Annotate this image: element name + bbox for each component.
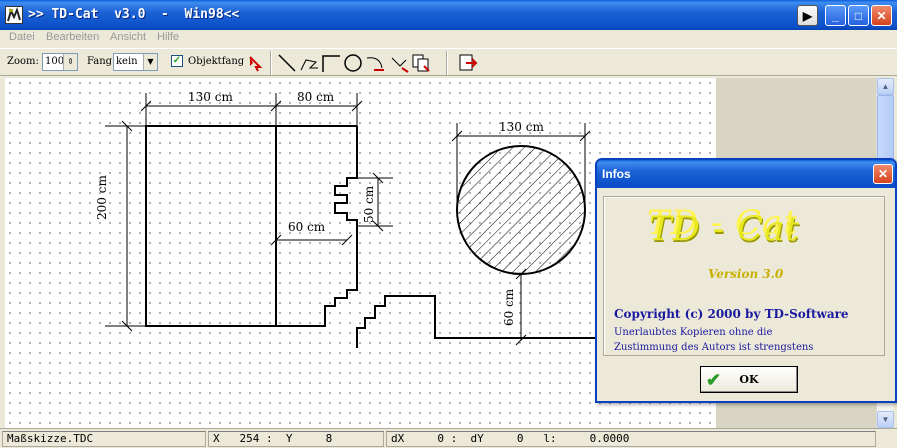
menu-ansicht[interactable]: Ansicht — [110, 31, 146, 43]
checkmark-icon: ✔ — [706, 370, 722, 391]
status-coords: X 254 : Y 8 — [208, 431, 384, 447]
fang-value: kein — [116, 56, 138, 67]
status-deltas: dX 0 : dY 0 l: 0.0000 — [386, 431, 876, 447]
dim-label-80: 80 cm — [297, 90, 335, 104]
menu-hilfe[interactable]: Hilfe — [157, 31, 179, 43]
zoom-select[interactable]: 100 ⇕ — [42, 53, 78, 71]
polyline-tool-icon[interactable] — [298, 52, 320, 74]
zoom-value: 100 — [45, 56, 65, 67]
dim-label-200: 200 cm — [95, 175, 109, 220]
menu-datei[interactable]: Datei — [9, 31, 35, 43]
dim-label-circle-60: 60 cm — [502, 288, 516, 326]
dialog-close-button[interactable]: ✕ — [873, 164, 893, 184]
minimize-button[interactable]: _ — [825, 5, 846, 26]
hatched-circle-shape — [456, 145, 586, 275]
scroll-down-icon[interactable]: ▼ — [877, 411, 894, 428]
status-filename: Maßskizze.TDC — [2, 431, 206, 447]
chevron-down-icon[interactable]: ▼ — [143, 54, 157, 70]
dim-label-circle-130: 130 cm — [499, 120, 544, 134]
line-tool-icon[interactable] — [276, 52, 298, 74]
select-arrow-tool-icon[interactable] — [244, 52, 266, 74]
window-title: >> TD-Cat v3.0 - Win98<< — [28, 7, 240, 22]
notice-line-1: Unerlaubtes Kopieren ohne die — [614, 327, 773, 338]
dimension-tool-icon[interactable] — [388, 52, 410, 74]
objektfang-checkbox[interactable]: ✓ — [171, 55, 183, 67]
dialog-title-bar[interactable]: Infos ✕ — [597, 160, 895, 188]
app-icon[interactable] — [5, 6, 23, 24]
menu-bar: Datei Bearbeiten Ansicht Hilfe — [0, 30, 897, 47]
arc-tool-icon[interactable] — [364, 52, 386, 74]
info-dialog: Infos ✕ TD - Cat Version 3.0 Copyright (… — [595, 158, 897, 403]
export-tool-icon[interactable] — [457, 52, 479, 74]
toolbar-separator — [270, 51, 272, 75]
objektfang-label: Objektfang — [188, 56, 245, 67]
dim-label-60: 60 cm — [288, 220, 326, 234]
play-arrow-button[interactable]: ▶ — [797, 5, 818, 26]
ok-label: OK — [739, 373, 759, 386]
zoom-label: Zoom: — [7, 56, 39, 67]
dialog-info-panel: TD - Cat Version 3.0 Copyright (c) 2000 … — [603, 196, 885, 356]
title-bar[interactable]: >> TD-Cat v3.0 - Win98<< ▶ _ □ ✕ — [0, 0, 897, 30]
zoom-spin-icon[interactable]: ⇕ — [63, 54, 77, 70]
scroll-up-icon[interactable]: ▲ — [877, 78, 894, 95]
rectangle-tool-icon[interactable] — [320, 52, 342, 74]
version-label: Version 3.0 — [708, 267, 784, 281]
fang-label: Fang: — [87, 56, 116, 67]
circle-tool-icon[interactable] — [342, 52, 364, 74]
dim-label-130: 130 cm — [188, 90, 233, 104]
dialog-title: Infos — [602, 167, 631, 181]
menu-bearbeiten[interactable]: Bearbeiten — [46, 31, 99, 43]
copy-tool-icon[interactable] — [410, 52, 432, 74]
toolbar-separator — [446, 51, 448, 75]
toolbar: Zoom: 100 ⇕ Fang: kein ▼ ✓ Objektfang — [0, 48, 897, 76]
copyright-label: Copyright (c) 2000 by TD-Software — [614, 307, 849, 321]
fang-select[interactable]: kein ▼ — [113, 53, 158, 71]
notice-line-2: Zustimmung des Autors ist strengstens — [614, 342, 814, 353]
dim-label-50: 50 cm — [362, 185, 376, 223]
status-bar: Maßskizze.TDC X 254 : Y 8 dX 0 : dY 0 l:… — [0, 428, 897, 448]
close-button[interactable]: ✕ — [871, 5, 892, 26]
left-room-shape — [145, 125, 277, 327]
td-cat-logo: TD - Cat — [649, 209, 800, 249]
maximize-button[interactable]: □ — [848, 5, 869, 26]
ok-button[interactable]: ✔ OK — [700, 366, 798, 393]
